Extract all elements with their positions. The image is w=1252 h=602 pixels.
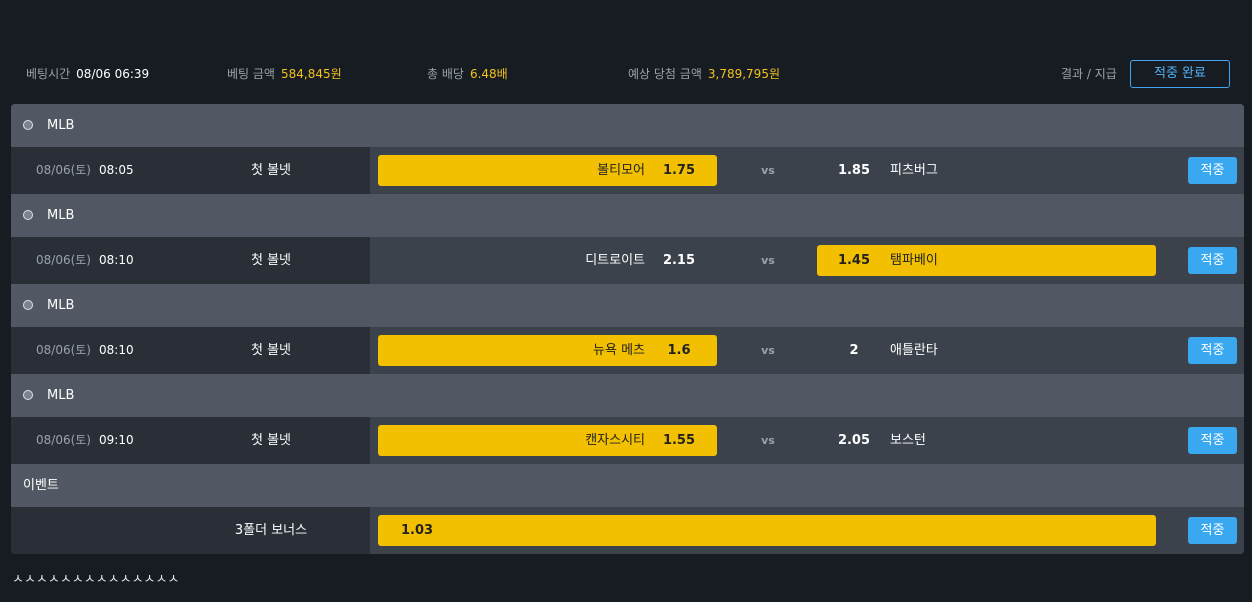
bet-time: 베팅시간 08/06 06:39: [26, 58, 149, 90]
home-odds: 1.55: [662, 433, 696, 448]
match-time: 08:10: [99, 253, 134, 267]
bet-amount-label: 베팅 금액: [227, 67, 275, 81]
match-time: 08:10: [99, 343, 134, 357]
match-date: 08/06(토): [36, 433, 91, 447]
baseball-icon: [23, 300, 33, 310]
match-time: 09:10: [99, 433, 134, 447]
match-date: 08/06(토): [36, 163, 91, 177]
bonus-name: 3폴더 보너스: [234, 523, 308, 538]
bonus-odds: 1.03: [401, 523, 434, 538]
bet-type: 첫 볼넷: [250, 163, 291, 178]
home-odds: 2.15: [662, 253, 696, 268]
match-row: 08/06(토) 08:10 첫 볼넷 뉴욕 메츠 1.6 vs 2 애틀란타 …: [11, 327, 1244, 374]
match-date: 08/06(토): [36, 253, 91, 267]
bet-amount-value: 584,845원: [280, 67, 342, 81]
bonus-pick[interactable]: [378, 515, 1156, 546]
bet-time-value: 08/06 06:39: [76, 67, 150, 81]
expected-win-label: 예상 당첨 금액: [628, 67, 702, 81]
home-team: 디트로이트: [585, 253, 645, 268]
league-name: MLB: [47, 388, 75, 403]
footer-marks: ㅅㅅㅅㅅㅅㅅㅅㅅㅅㅅㅅㅅㅅㅅ: [12, 572, 180, 587]
league-header: MLB: [11, 104, 1244, 147]
vs-label: vs: [761, 254, 775, 267]
away-odds: 1.85: [837, 163, 871, 178]
league-header: MLB: [11, 374, 1244, 417]
baseball-icon: [23, 210, 33, 220]
event-title: 이벤트: [23, 478, 59, 493]
away-team: 보스턴: [890, 433, 926, 448]
league-header: MLB: [11, 284, 1244, 327]
league-header: MLB: [11, 194, 1244, 237]
away-odds: 2: [849, 343, 859, 358]
hit-button[interactable]: 적중: [1188, 157, 1237, 184]
away-odds: 1.45: [837, 253, 871, 268]
baseball-icon: [23, 390, 33, 400]
match-date: 08/06(토): [36, 343, 91, 357]
expected-win: 예상 당첨 금액 3,789,795원: [628, 58, 780, 90]
vs-label: vs: [761, 344, 775, 357]
expected-win-value: 3,789,795원: [707, 67, 780, 81]
total-odds-label: 총 배당: [427, 67, 464, 81]
match-row: 08/06(토) 08:10 첫 볼넷 디트로이트 2.15 vs 1.45 탬…: [11, 237, 1244, 284]
hit-button[interactable]: 적중: [1188, 427, 1237, 454]
bet-type: 첫 볼넷: [250, 253, 291, 268]
bet-slip-panel: MLB 08/06(토) 08:05 첫 볼넷 볼티모어 1.75 vs 1.8…: [11, 104, 1244, 554]
league-name: MLB: [47, 208, 75, 223]
hit-button[interactable]: 적중: [1188, 517, 1237, 544]
away-team: 탬파베이: [890, 253, 938, 268]
vs-label: vs: [761, 164, 775, 177]
bet-summary: 베팅시간 08/06 06:39 베팅 금액 584,845원 총 배당 6.48배 …: [0, 58, 1252, 90]
result-label: 결과 / 지급: [1061, 67, 1117, 81]
vs-label: vs: [761, 434, 775, 447]
home-odds: 1.75: [662, 163, 696, 178]
match-time: 08:05: [99, 163, 134, 177]
home-odds: 1.6: [667, 343, 691, 358]
home-team: 볼티모어: [597, 163, 645, 178]
home-team: 캔자스시티: [585, 433, 645, 448]
total-odds: 총 배당 6.48배: [427, 58, 508, 90]
status-button[interactable]: 적중 완료: [1130, 60, 1230, 88]
away-odds: 2.05: [837, 433, 871, 448]
hit-button[interactable]: 적중: [1188, 337, 1237, 364]
league-name: MLB: [47, 118, 75, 133]
total-odds-value: 6.48배: [469, 67, 508, 81]
away-team: 애틀란타: [890, 343, 938, 358]
baseball-icon: [23, 120, 33, 130]
hit-button[interactable]: 적중: [1188, 247, 1237, 274]
match-row: 08/06(토) 09:10 첫 볼넷 캔자스시티 1.55 vs 2.05 보…: [11, 417, 1244, 464]
away-team: 피츠버그: [890, 163, 938, 178]
event-row: 3폴더 보너스 1.03 적중: [11, 507, 1244, 554]
league-name: MLB: [47, 298, 75, 313]
bet-type: 첫 볼넷: [250, 433, 291, 448]
event-header: 이벤트: [11, 464, 1244, 507]
match-row: 08/06(토) 08:05 첫 볼넷 볼티모어 1.75 vs 1.85 피츠…: [11, 147, 1244, 194]
bet-type: 첫 볼넷: [250, 343, 291, 358]
bet-time-label: 베팅시간: [26, 67, 71, 81]
home-team: 뉴욕 메츠: [593, 343, 645, 358]
bet-amount: 베팅 금액 584,845원: [227, 58, 342, 90]
